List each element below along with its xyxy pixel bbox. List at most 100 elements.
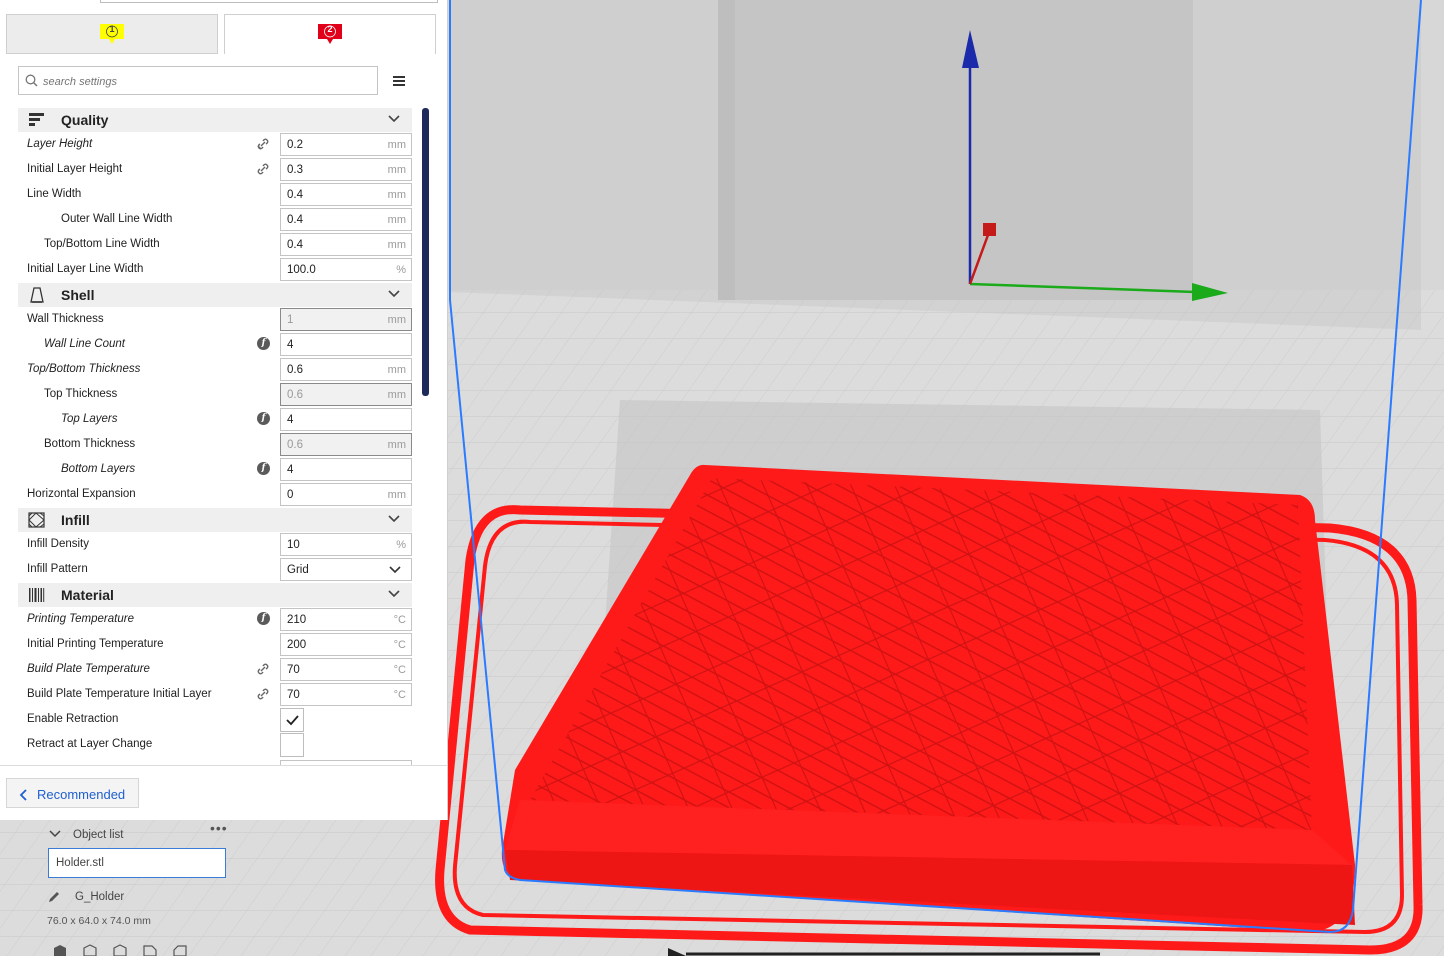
setting-label: Wall Line Count	[44, 338, 125, 350]
top-layers-input[interactable]: 4	[280, 408, 412, 431]
infill-icon	[28, 512, 45, 528]
search-icon	[25, 74, 38, 87]
setting-top-bottom-thickness: Top/Bottom Thickness 0.6 mm	[18, 357, 412, 382]
recommended-button[interactable]: Recommended	[6, 778, 139, 808]
view-left-icon[interactable]	[142, 944, 158, 956]
link-icon[interactable]	[256, 162, 270, 176]
category-material[interactable]: Material	[18, 583, 412, 607]
chevron-down-icon	[388, 590, 400, 598]
category-title: Quality	[61, 112, 109, 128]
link-icon[interactable]	[256, 137, 270, 151]
setting-wall-thickness: Wall Thickness 1 mm	[18, 307, 412, 332]
setting-initial-layer-line-width: Initial Layer Line Width 100.0%	[18, 257, 412, 282]
wall-thickness-input[interactable]: 1 mm	[280, 308, 412, 331]
function-icon[interactable]: f	[257, 462, 270, 475]
initial-layer-line-width-input[interactable]: 100.0%	[280, 258, 412, 281]
chevron-left-icon	[19, 789, 27, 801]
build-plate-temperature-input[interactable]: 70 °C	[280, 658, 412, 681]
link-icon[interactable]	[256, 687, 270, 701]
setting-label: Top Thickness	[44, 388, 118, 400]
tab-extruder-2[interactable]: 2	[224, 14, 436, 54]
setting-label: Enable Retraction	[27, 713, 119, 725]
setting-infill-pattern: Infill Pattern Grid	[18, 557, 412, 582]
setting-label: Outer Wall Line Width	[61, 213, 173, 225]
setting-label: Retract at Layer Change	[27, 738, 153, 750]
tab-extruder-1[interactable]: 1	[6, 14, 218, 54]
line-width-input[interactable]: 0.4 mm	[280, 183, 412, 206]
check-icon	[286, 715, 299, 726]
setting-label: Infill Density	[27, 538, 89, 550]
view-3d-icon[interactable]	[52, 944, 68, 956]
menu-icon[interactable]	[390, 73, 408, 89]
setting-label: Line Width	[27, 188, 82, 200]
setting-horizontal-expansion: Horizontal Expansion 0 mm	[18, 482, 412, 507]
initial-layer-height-input[interactable]: 0.3 mm	[280, 158, 412, 181]
extruder-2-badge: 2	[317, 23, 343, 44]
setting-infill-density: Infill Density 10%	[18, 532, 412, 557]
setting-printing-temperature: Printing Temperature f 210 °C	[18, 607, 412, 632]
chevron-down-icon	[388, 515, 400, 523]
setting-label: Layer Height	[27, 138, 93, 150]
wall-line-count-input[interactable]: 4	[280, 333, 412, 356]
setting-label: Initial Printing Temperature	[27, 638, 164, 650]
link-icon[interactable]	[256, 662, 270, 676]
top-bottom-line-width-input[interactable]: 0.4 mm	[280, 233, 412, 256]
search-input[interactable]	[41, 70, 365, 94]
category-title: Material	[61, 587, 114, 603]
view-front-icon[interactable]	[82, 944, 98, 956]
top-bottom-thickness-input[interactable]: 0.6 mm	[280, 358, 412, 381]
function-icon[interactable]: f	[257, 337, 270, 350]
setting-build-plate-temperature: Build Plate Temperature 70 °C	[18, 657, 412, 682]
shell-icon	[30, 287, 44, 303]
divider	[0, 765, 447, 766]
infill-density-input[interactable]: 10%	[280, 533, 412, 556]
material-icon	[29, 588, 45, 602]
retract-at-layer-change-checkbox[interactable]	[280, 733, 304, 757]
build-plate-temperature-initial-layer-input[interactable]: 70 °C	[280, 683, 412, 706]
function-icon[interactable]: f	[257, 412, 270, 425]
chevron-down-icon	[389, 566, 401, 574]
setting-top-layers: Top Layers f 4	[18, 407, 412, 432]
extruder-1-badge: 1	[99, 23, 125, 44]
printing-temperature-input[interactable]: 210 °C	[280, 608, 412, 631]
setting-label: Horizontal Expansion	[27, 488, 136, 500]
category-quality[interactable]: Quality	[18, 108, 412, 132]
setting-label: Printing Temperature	[27, 613, 134, 625]
layer-height-input[interactable]: 0.2 mm	[280, 133, 412, 156]
bottom-layers-input[interactable]: 4	[280, 458, 412, 481]
outer-wall-line-width-input[interactable]: 0.4 mm	[280, 208, 412, 231]
setting-label: Build Plate Temperature	[27, 663, 150, 675]
scrollbar-thumb[interactable]	[422, 108, 429, 396]
bottom-thickness-input[interactable]: 0.6 mm	[280, 433, 412, 456]
setting-label: Initial Layer Height	[27, 163, 123, 175]
chevron-down-icon[interactable]	[49, 830, 61, 838]
setting-label: Wall Thickness	[27, 313, 104, 325]
setting-label: Top Layers	[61, 413, 118, 425]
setting-top-thickness: Top Thickness 0.6 mm	[18, 382, 412, 407]
object-name[interactable]: G_Holder	[75, 891, 124, 903]
pencil-icon[interactable]	[47, 890, 61, 904]
setting-build-plate-temperature-initial-layer: Build Plate Temperature Initial Layer 70…	[18, 682, 412, 707]
setting-label: Top/Bottom Line Width	[44, 238, 160, 250]
view-right-icon[interactable]	[172, 944, 188, 956]
category-title: Shell	[61, 287, 95, 303]
object-list-title[interactable]: Object list	[73, 829, 124, 841]
setting-label: Bottom Thickness	[44, 438, 136, 450]
enable-retraction-checkbox[interactable]	[280, 708, 304, 732]
quality-icon	[29, 113, 44, 126]
search-settings-field[interactable]	[18, 66, 378, 95]
setting-label: Top/Bottom Thickness	[27, 363, 141, 375]
category-infill[interactable]: Infill	[18, 508, 412, 532]
horizontal-expansion-input[interactable]: 0 mm	[280, 483, 412, 506]
object-list-item[interactable]: Holder.stl	[48, 848, 226, 878]
setting-initial-printing-temperature: Initial Printing Temperature 200 °C	[18, 632, 412, 657]
initial-printing-temperature-input[interactable]: 200 °C	[280, 633, 412, 656]
chevron-down-icon	[388, 115, 400, 123]
category-shell[interactable]: Shell	[18, 283, 412, 307]
top-thickness-input[interactable]: 0.6 mm	[280, 383, 412, 406]
view-top-icon[interactable]	[112, 944, 128, 956]
infill-pattern-dropdown[interactable]: Grid	[280, 558, 412, 581]
resize-handle[interactable]: •••	[210, 820, 228, 836]
function-icon[interactable]: f	[257, 612, 270, 625]
setting-label: Initial Layer Line Width	[27, 263, 144, 275]
